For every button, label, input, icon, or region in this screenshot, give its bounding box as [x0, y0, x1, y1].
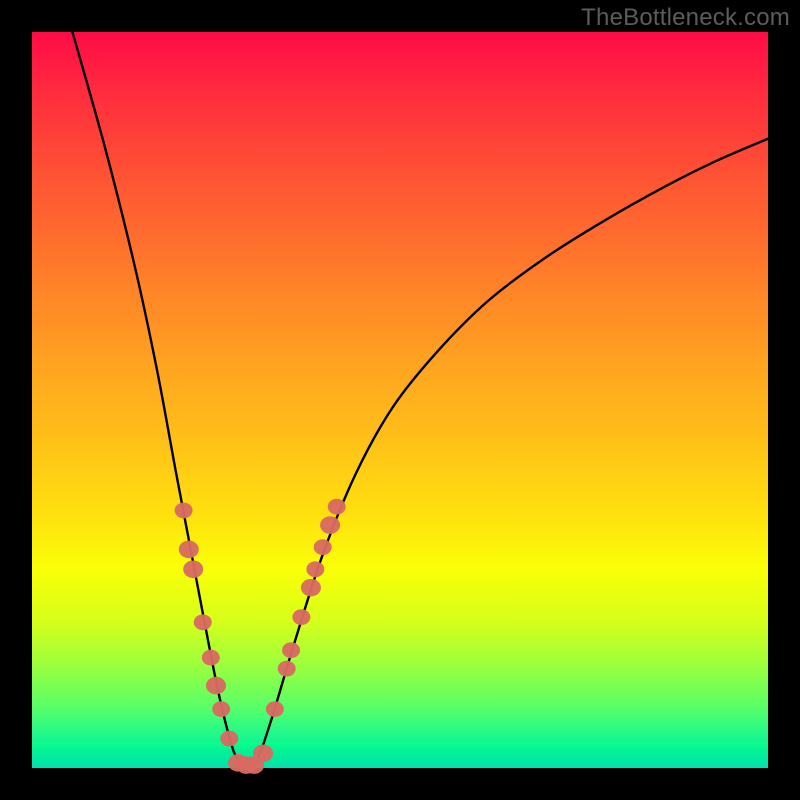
marker-dot — [183, 560, 203, 578]
watermark-text: TheBottleneck.com — [581, 4, 790, 32]
highlighted-markers — [175, 499, 346, 774]
marker-dot — [306, 561, 324, 577]
marker-dot — [194, 614, 212, 630]
plot-area — [32, 32, 768, 768]
marker-dot — [278, 661, 296, 677]
marker-dot — [266, 701, 284, 717]
marker-dot — [292, 609, 310, 625]
marker-dot — [253, 744, 273, 762]
marker-dot — [202, 650, 220, 666]
marker-dot — [328, 499, 346, 515]
marker-dot — [301, 579, 321, 597]
marker-dot — [212, 701, 230, 717]
chart-overlay — [32, 32, 768, 768]
marker-dot — [314, 539, 332, 555]
marker-dot — [320, 516, 340, 534]
marker-dot — [179, 541, 199, 559]
marker-dot — [206, 677, 226, 695]
bottleneck-curve — [72, 32, 768, 766]
marker-dot — [220, 731, 238, 747]
marker-dot — [282, 642, 300, 658]
marker-dot — [175, 502, 193, 518]
